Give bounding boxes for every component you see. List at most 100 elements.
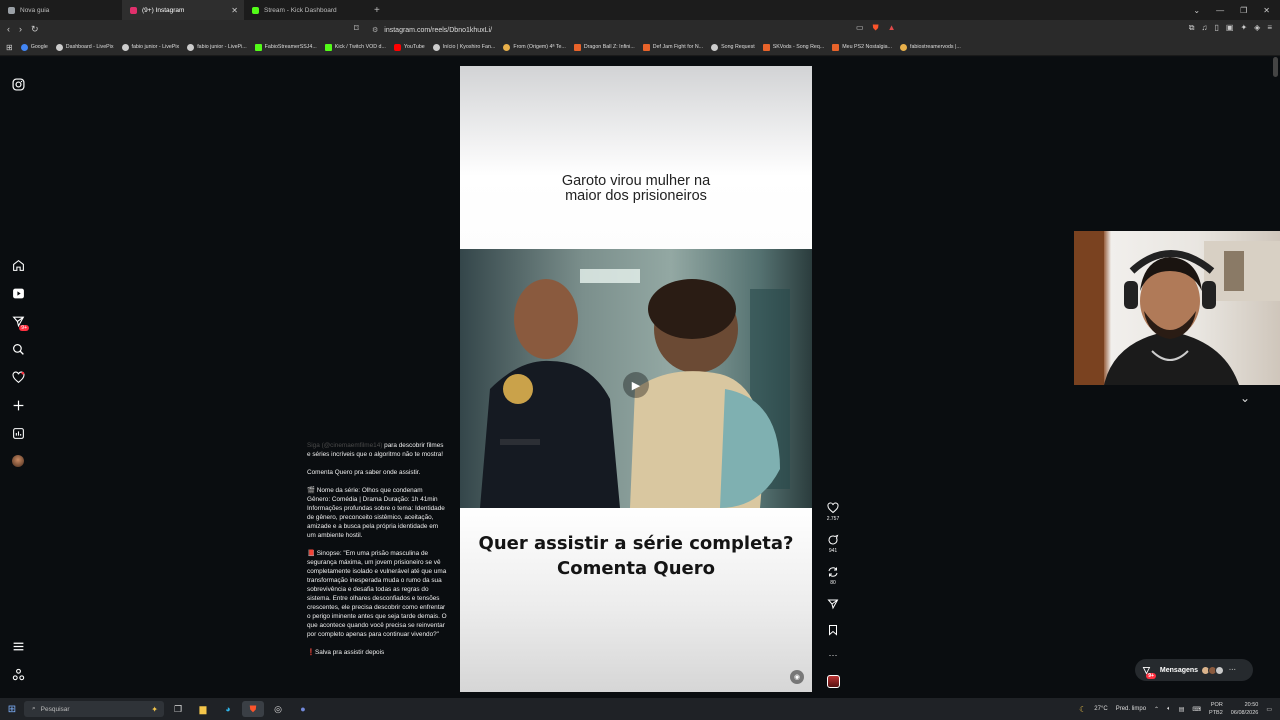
bookmark-item[interactable]: Início | Kyoshiro Fan... (432, 43, 495, 51)
bookmarks-bar: ⊞ Google Dashboard - LivePix fabio junio… (0, 39, 1280, 56)
reels-icon[interactable] (10, 285, 26, 301)
bookmark-item[interactable]: Dashboard - LivePix (55, 43, 114, 51)
search-icon[interactable] (10, 341, 26, 357)
repost-button[interactable]: 80 (822, 566, 844, 586)
brave-rewards-icon[interactable]: ▲ (888, 23, 896, 33)
new-tab-button[interactable]: + (366, 5, 388, 16)
keyboard-icon[interactable]: ⌨ (1192, 706, 1201, 713)
comment-button[interactable]: 941 (822, 534, 844, 554)
dashboard-icon[interactable] (10, 425, 26, 441)
bookmark-item[interactable]: SKVods - Song Req... (762, 43, 824, 51)
bookmark-item[interactable]: Song Request (711, 43, 755, 51)
tab-kick-dashboard[interactable]: Stream - Kick Dashboard (244, 0, 366, 20)
address-bar-row: ‹ › ↻ ⌑ ⚙ instagram.com/reels/Dbno1khuxL… (0, 20, 1280, 39)
home-icon[interactable] (10, 257, 26, 273)
instagram-reels-page: 9+ Siga (@cinemaemfilme14) para descobri… (0, 57, 1280, 698)
back-icon[interactable]: ‹ (7, 24, 10, 35)
more-dots-icon: ··· (1229, 666, 1237, 674)
bookmark-item[interactable]: Google (20, 43, 48, 51)
tab-search-icon[interactable]: ⌄ (1193, 6, 1200, 15)
clock[interactable]: 20:50 06/08/2026 (1231, 701, 1259, 717)
reel-video-player[interactable]: Garoto virou mulher na maior dos prision… (460, 66, 812, 692)
kick-favicon (252, 6, 259, 14)
messages-pill[interactable]: ▽ 9+ Mensagens ··· (1135, 659, 1253, 681)
like-button[interactable]: 2.757 (822, 502, 844, 522)
caption-save: ❗Salva pra assistir depois (307, 649, 385, 656)
cast-icon[interactable]: ▭ (856, 23, 864, 33)
bookmark-item[interactable]: Dragon Ball Z: Infini... (573, 43, 635, 51)
next-reel-chevron-icon[interactable]: ⌄ (1240, 391, 1250, 405)
leo-icon[interactable]: ✦ (1240, 23, 1247, 33)
obs-icon[interactable]: ◎ (267, 701, 289, 717)
create-plus-icon[interactable] (10, 397, 26, 413)
forward-icon[interactable]: › (19, 24, 22, 35)
reel-hook-text: Garoto virou mulher na maior dos prision… (561, 173, 711, 204)
discord-icon[interactable]: ● (292, 701, 314, 717)
bookmark-item[interactable]: YouTube (393, 43, 425, 51)
extensions-icon[interactable]: ⧉ (1189, 23, 1195, 33)
reel-caption: Siga (@cinemaemfilme14) para descobrir f… (307, 441, 447, 666)
system-tray: ☾ 27°C Pred. limpo ⌃ 🔈︎ ▤ ⌨ POR PTB2 20:… (1079, 698, 1280, 720)
bookmark-item[interactable]: Kick / Twitch VOD d... (324, 43, 386, 51)
likes-count: 2.757 (826, 516, 840, 522)
also-from-meta-icon[interactable] (10, 666, 26, 682)
reload-icon[interactable]: ↻ (31, 24, 39, 35)
restore-icon[interactable]: ❐ (1240, 6, 1247, 15)
close-tab-icon[interactable]: ✕ (231, 6, 238, 15)
sidebar-toggle-icon[interactable]: ▯ (1215, 23, 1219, 33)
bookmark-favicon (254, 43, 262, 51)
share-button[interactable] (822, 598, 844, 610)
more-menu-icon[interactable] (10, 638, 26, 654)
tray-chevron-icon[interactable]: ⌃ (1154, 706, 1159, 713)
bookmark-item[interactable]: fabio junior - LivePi... (187, 43, 247, 51)
brave-shields-icon[interactable]: ⛊ (873, 23, 879, 33)
apps-grid-icon[interactable]: ⊞ (6, 43, 13, 52)
bookmark-item[interactable]: From (Origem) 4ª Te... (503, 43, 566, 51)
close-window-icon[interactable]: ✕ (1263, 6, 1270, 15)
windows-start-icon[interactable]: ⊞ (0, 704, 24, 715)
bookmark-item[interactable]: fabio junior - LivePix (121, 43, 179, 51)
bookmark-favicon (55, 43, 63, 51)
messages-icon[interactable]: 9+ (10, 313, 29, 331)
reposts-count: 80 (830, 580, 836, 586)
play-icon[interactable]: ▶ (623, 372, 649, 398)
heart-notifications-icon[interactable] (10, 369, 26, 385)
bookmark-page-icon[interactable]: ⌑ (354, 23, 359, 34)
minimize-icon[interactable]: — (1216, 6, 1224, 15)
save-button[interactable] (822, 624, 844, 636)
scrollbar[interactable] (1273, 57, 1278, 77)
bookmark-item[interactable]: Def Jam Fight for N... (642, 43, 703, 51)
tab-nova-guia[interactable]: Nova guia (0, 0, 122, 20)
weather-temp[interactable]: 27°C (1094, 706, 1107, 712)
more-options-icon[interactable]: ··· (822, 650, 844, 660)
bookmark-favicon (503, 43, 511, 51)
instagram-sidebar: 9+ (0, 57, 36, 698)
bookmark-favicon (832, 43, 840, 51)
site-info-icon[interactable]: ⚙ (372, 26, 378, 34)
youtube-favicon (393, 43, 401, 51)
url-field[interactable]: ⚙ instagram.com/reels/Dbno1khuxLi/ (372, 23, 907, 37)
edge-icon[interactable]: ◕ (217, 701, 239, 717)
menu-icon[interactable]: ≡ (1267, 23, 1272, 33)
vpn-icon[interactable]: ◈ (1254, 23, 1260, 33)
instagram-logo-icon[interactable] (10, 76, 26, 92)
profile-avatar[interactable] (10, 453, 26, 469)
task-view-icon[interactable]: ❐ (167, 701, 189, 717)
brave-browser-icon[interactable]: ⛊ (242, 701, 264, 717)
audio-thumbnail[interactable] (822, 675, 844, 688)
bookmark-item[interactable]: fabiostreamervods |... (900, 43, 961, 51)
language-indicator[interactable]: POR PTB2 (1209, 701, 1223, 717)
volume-icon[interactable]: 🔈︎ (1167, 706, 1171, 713)
tab-instagram[interactable]: (9+) Instagram ✕ (122, 0, 244, 20)
bookmark-item[interactable]: FabioStreamerSSJ4... (254, 43, 317, 51)
taskbar-search-input[interactable]: ⌕ Pesquisar ✦ (24, 701, 164, 717)
notifications-icon[interactable]: ▭ (1266, 706, 1272, 713)
file-explorer-icon[interactable]: ▆ (192, 701, 214, 717)
search-icon: ⌕ (32, 705, 36, 712)
wallet-icon[interactable]: ▣ (1226, 23, 1234, 33)
network-icon[interactable]: ▤ (1179, 706, 1185, 713)
messages-label: Mensagens (1159, 666, 1199, 674)
media-icon[interactable]: ♫ (1202, 23, 1208, 33)
mute-icon[interactable]: ◉ (790, 670, 804, 684)
bookmark-item[interactable]: Meu PS2 Nostalgia... (832, 43, 892, 51)
